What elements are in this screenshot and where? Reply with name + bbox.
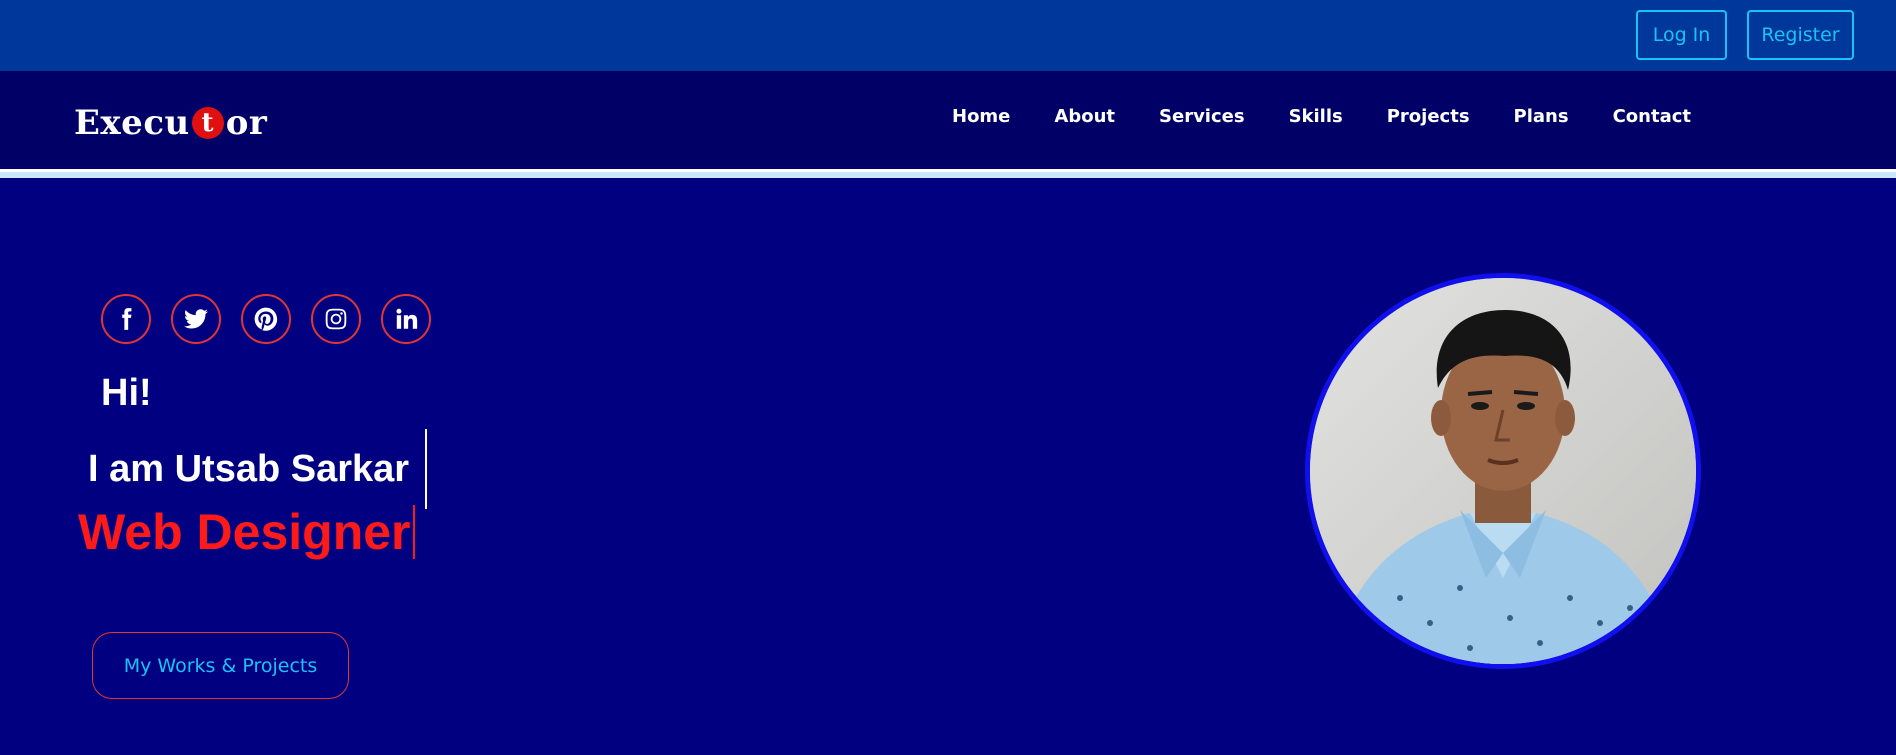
login-button[interactable]: Log In (1636, 10, 1727, 60)
profile-photo (1305, 273, 1701, 669)
role-text: Web Designer (78, 504, 411, 560)
nav-item-about[interactable]: About (1054, 106, 1115, 127)
pinterest-icon[interactable] (241, 294, 291, 344)
greeting-text: Hi! (101, 372, 152, 414)
profile-photo-illustration (1310, 278, 1696, 664)
nav-item-contact[interactable]: Contact (1613, 106, 1691, 127)
typing-caret (425, 429, 428, 509)
facebook-icon[interactable] (101, 294, 151, 344)
logo-text-prefix: Execu (74, 103, 190, 143)
twitter-icon[interactable] (171, 294, 221, 344)
register-button[interactable]: Register (1747, 10, 1854, 60)
nav-item-projects[interactable]: Projects (1387, 106, 1470, 127)
instagram-icon[interactable] (311, 294, 361, 344)
social-links (101, 294, 431, 344)
role-line: Web Designer (78, 504, 415, 560)
navbar-divider (0, 169, 1896, 178)
role-typing-caret (412, 505, 415, 559)
nav-item-skills[interactable]: Skills (1289, 106, 1343, 127)
intro-name: I am Utsab Sarkar (88, 447, 410, 490)
brand-logo[interactable]: Execu t or (74, 100, 267, 146)
logo-circle-letter: t (191, 107, 224, 139)
nav-item-home[interactable]: Home (952, 106, 1010, 127)
intro-line: I am Utsab Sarkar (88, 428, 428, 510)
my-works-button[interactable]: My Works & Projects (92, 632, 349, 699)
top-bar: Log In Register (0, 0, 1896, 71)
logo-text-suffix: or (225, 103, 268, 143)
linkedin-icon[interactable] (381, 294, 431, 344)
nav-item-services[interactable]: Services (1159, 106, 1245, 127)
nav-menu: Home About Services Skills Projects Plan… (952, 106, 1691, 127)
nav-item-plans[interactable]: Plans (1514, 106, 1569, 127)
